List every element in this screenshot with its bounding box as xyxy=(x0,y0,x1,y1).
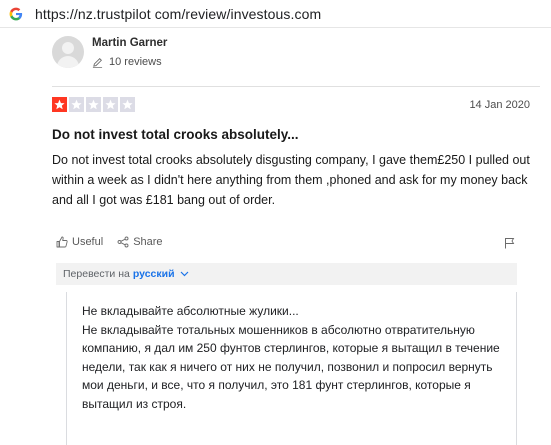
flag-icon[interactable] xyxy=(504,236,516,249)
google-g-icon xyxy=(8,6,24,22)
share-button[interactable]: Share xyxy=(117,236,163,248)
share-label: Share xyxy=(133,236,163,248)
useful-label: Useful xyxy=(72,236,104,248)
review-count-label: 10 reviews xyxy=(109,56,162,68)
review-body: Do not invest total crooks absolutely di… xyxy=(52,153,530,207)
translated-text: Не вкладывайте абсолютные жулики... Не в… xyxy=(82,302,512,413)
reviewer-review-count: 10 reviews xyxy=(92,56,167,68)
translate-bar[interactable]: Перевести на русский xyxy=(56,263,517,285)
pencil-icon xyxy=(92,57,103,68)
url-text[interactable]: https://nz.trustpilot com/review/investo… xyxy=(35,6,321,22)
reviewer-name[interactable]: Martin Garner xyxy=(92,37,167,49)
star-empty-icon xyxy=(86,97,101,112)
star-rating xyxy=(52,97,135,112)
avatar[interactable] xyxy=(52,36,84,68)
divider xyxy=(52,86,540,87)
star-filled-icon xyxy=(52,97,67,112)
useful-button[interactable]: Useful xyxy=(56,236,103,248)
star-empty-icon xyxy=(69,97,84,112)
reviewer-header: Martin Garner 10 reviews xyxy=(52,36,167,68)
share-icon xyxy=(117,236,129,248)
review-title[interactable]: Do not invest total crooks absolutely... xyxy=(52,127,299,142)
star-empty-icon xyxy=(103,97,118,112)
translate-prefix: Перевести на xyxy=(63,268,130,280)
review-date: 14 Jan 2020 xyxy=(469,99,530,111)
chevron-down-icon[interactable] xyxy=(180,271,189,277)
translate-language-select[interactable]: русский xyxy=(133,268,175,280)
translated-body: Не вкладывайте тотальных мошенников в аб… xyxy=(82,322,500,411)
translated-title: Не вкладывайте абсолютные жулики... xyxy=(82,304,299,318)
star-empty-icon xyxy=(120,97,135,112)
thumbs-up-icon xyxy=(56,236,68,248)
address-bar[interactable]: https://nz.trustpilot com/review/investo… xyxy=(0,0,551,28)
review-actions: Useful Share xyxy=(56,236,177,248)
